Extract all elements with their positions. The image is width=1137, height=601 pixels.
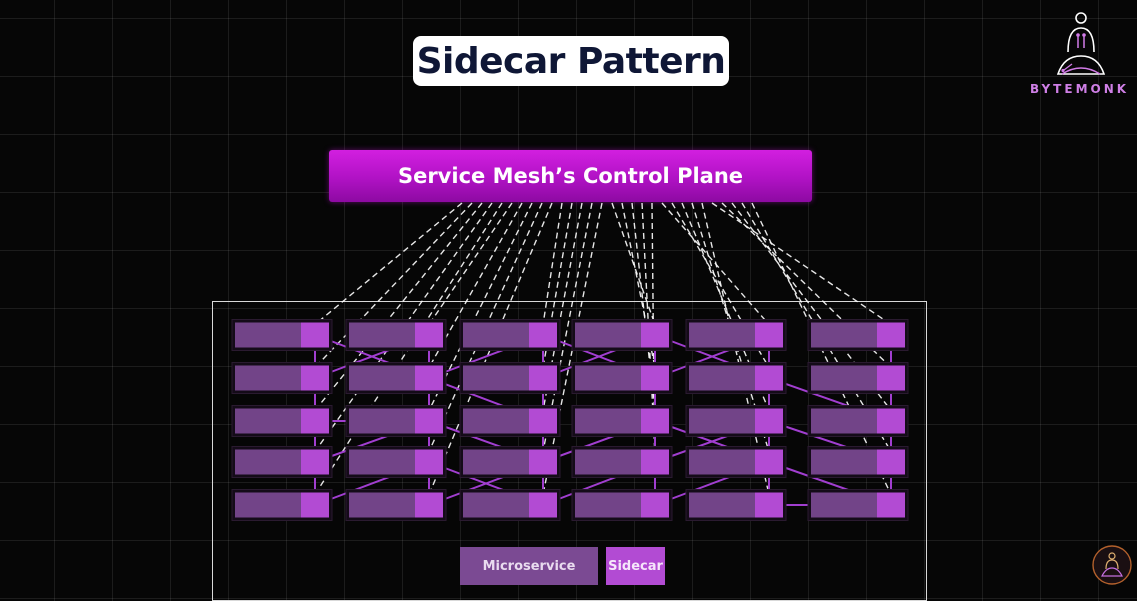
microservice-box	[235, 408, 303, 434]
sidecar-box	[755, 322, 783, 348]
microservice-box	[811, 322, 879, 348]
legend-sidecar: Sidecar	[606, 547, 665, 585]
microservice-box	[689, 492, 757, 518]
microservice-box	[235, 492, 303, 518]
sidecar-box	[641, 492, 669, 518]
sidecar-box	[755, 365, 783, 391]
control-link-dashed	[428, 202, 513, 325]
microservice-box	[689, 408, 757, 434]
microservice-box	[463, 449, 531, 475]
control-link-dashed	[314, 202, 463, 326]
sidecar-box	[301, 449, 329, 475]
microservice-box	[689, 449, 757, 475]
channel-avatar-icon	[1092, 545, 1132, 585]
microservice-box	[575, 492, 643, 518]
microservice-box	[463, 492, 531, 518]
control-link-dashed	[542, 202, 563, 325]
sidecar-box	[529, 408, 557, 434]
microservice-box	[349, 322, 417, 348]
sidecar-box	[641, 408, 669, 434]
sidecar-box	[755, 492, 783, 518]
microservice-box	[349, 365, 417, 391]
microservice-box	[463, 322, 531, 348]
microservice-box	[575, 365, 643, 391]
legend-microservice: Microservice	[460, 547, 598, 585]
microservice-box	[575, 322, 643, 348]
mesh-diagram	[231, 202, 909, 521]
sidecar-box	[301, 408, 329, 434]
microservice-box	[463, 365, 531, 391]
sidecar-box	[755, 408, 783, 434]
sidecar-box	[301, 365, 329, 391]
sidecar-box	[877, 449, 905, 475]
microservice-box	[811, 408, 879, 434]
sidecar-box	[877, 408, 905, 434]
sidecar-box	[415, 322, 443, 348]
sidecar-box	[415, 408, 443, 434]
sidecar-box	[529, 322, 557, 348]
microservice-box	[575, 408, 643, 434]
microservice-box	[689, 365, 757, 391]
sidecar-box	[301, 492, 329, 518]
microservice-box	[235, 322, 303, 348]
microservice-box	[811, 449, 879, 475]
microservice-box	[349, 492, 417, 518]
microservice-box	[349, 408, 417, 434]
sidecar-box	[529, 449, 557, 475]
sidecar-box	[529, 365, 557, 391]
microservice-box	[811, 492, 879, 518]
legend-sidecar-label: Sidecar	[608, 558, 663, 574]
sidecar-box	[641, 322, 669, 348]
sidecar-box	[529, 492, 557, 518]
sidecar-box	[877, 492, 905, 518]
microservice-box	[811, 365, 879, 391]
microservice-box	[235, 365, 303, 391]
legend-microservice-label: Microservice	[482, 558, 576, 574]
sidecar-box	[877, 365, 905, 391]
microservice-box	[463, 408, 531, 434]
microservice-box	[575, 449, 643, 475]
brand-name: BYTEMONK	[1030, 82, 1130, 96]
sidecar-box	[301, 322, 329, 348]
sidecar-box	[755, 449, 783, 475]
microservice-box	[349, 449, 417, 475]
sidecar-box	[641, 449, 669, 475]
sidecar-box	[415, 365, 443, 391]
sidecar-box	[415, 492, 443, 518]
microservice-box	[235, 449, 303, 475]
sidecar-box	[877, 322, 905, 348]
sidecar-box	[415, 449, 443, 475]
microservice-box	[689, 322, 757, 348]
sidecar-box	[641, 365, 669, 391]
